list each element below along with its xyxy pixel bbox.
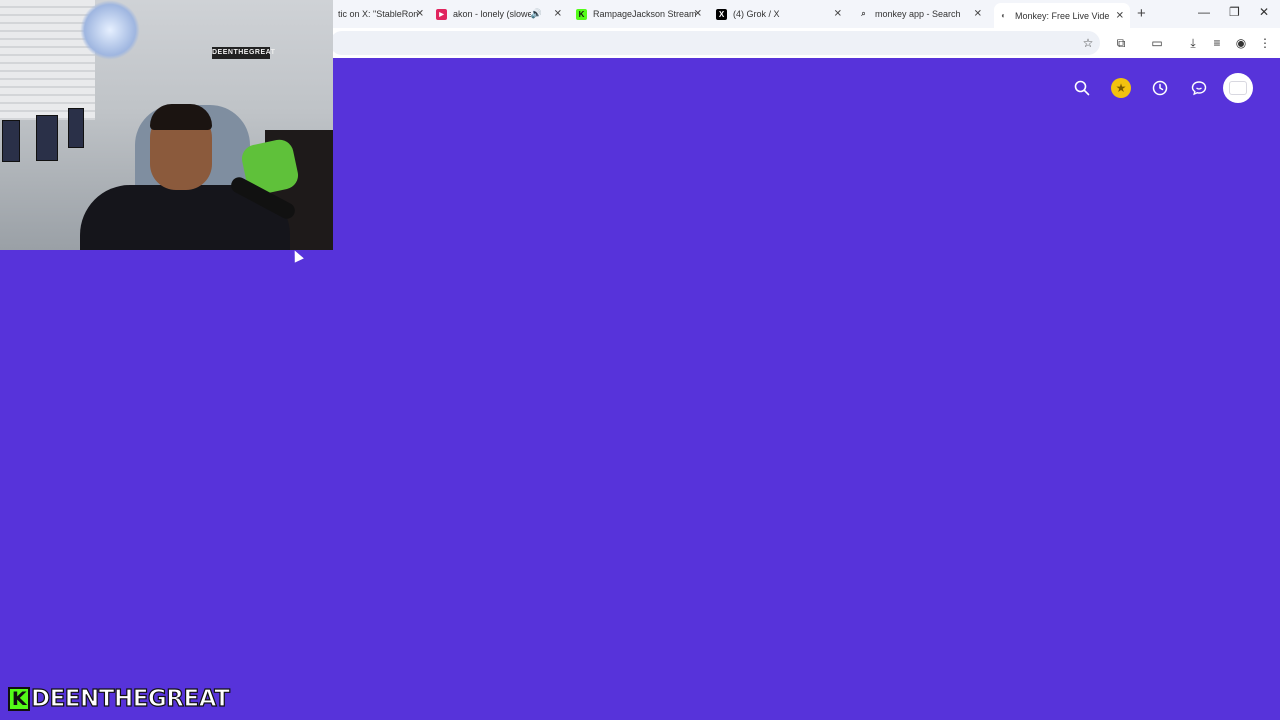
close-window-button[interactable]: ✕ xyxy=(1259,5,1269,19)
tab-title: RampageJackson Stream xyxy=(593,9,697,19)
chat-icon[interactable] xyxy=(1183,72,1215,104)
profile-icon[interactable]: ◉ xyxy=(1232,34,1250,52)
wall-sign: DEENTHEGREAT xyxy=(212,47,275,59)
tab-monkey[interactable]: ◐ Monkey: Free Live Video C ✕ xyxy=(994,3,1130,28)
person-hair xyxy=(150,104,212,130)
webcam-overlay: DEENTHEGREAT xyxy=(0,0,333,250)
bookmark-star-icon[interactable]: ☆ xyxy=(1079,34,1097,52)
tab-title: Monkey: Free Live Video C xyxy=(1015,10,1109,21)
tab-title: tic on X: "StableRon xyxy=(338,9,419,19)
light-decoration xyxy=(80,0,140,60)
wall-poster xyxy=(68,108,84,148)
search-icon[interactable] xyxy=(1066,72,1098,104)
history-icon[interactable] xyxy=(1144,72,1176,104)
youtube-icon: ▶ xyxy=(436,8,447,20)
tab-close-icon[interactable]: ✕ xyxy=(1116,10,1124,21)
tab-kick[interactable]: K RampageJackson Stream ✕ xyxy=(576,3,708,25)
mouse-cursor-icon xyxy=(290,248,304,263)
download-icon[interactable]: ⤓ xyxy=(1184,34,1202,52)
tab-youtube[interactable]: ▶ akon - lonely (slowed 🔊 ✕ xyxy=(436,3,568,25)
address-bar[interactable] xyxy=(330,31,1100,55)
tab-x-post[interactable]: tic on X: "StableRon ✕ xyxy=(338,3,430,25)
tab-close-icon[interactable]: ✕ xyxy=(554,9,562,20)
avatar-icon[interactable] xyxy=(1223,73,1253,103)
site-nav: ★ xyxy=(1066,72,1256,104)
wall-poster xyxy=(36,115,58,161)
coin-icon[interactable]: ★ xyxy=(1111,78,1131,98)
tab-grok[interactable]: X (4) Grok / X ✕ xyxy=(716,3,848,25)
x-icon: X xyxy=(716,8,727,20)
audio-icon[interactable]: 🔊 xyxy=(531,9,542,20)
monkey-icon: ◐ xyxy=(1001,11,1006,20)
tab-close-icon[interactable]: ✕ xyxy=(694,9,702,20)
watermark-name: DEENTHEGREAT xyxy=(30,685,230,712)
tab-close-icon[interactable]: ✕ xyxy=(974,9,982,20)
wall-poster xyxy=(2,120,20,162)
avatar-placeholder-icon xyxy=(1229,81,1247,95)
restore-button[interactable]: ❐ xyxy=(1229,5,1240,19)
extensions-icon[interactable]: ⧉ xyxy=(1112,34,1130,52)
tab-title: (4) Grok / X xyxy=(733,9,780,19)
tab-search[interactable]: ⌕ monkey app - Search ✕ xyxy=(858,3,988,25)
media-control-icon[interactable]: ≡ xyxy=(1208,34,1226,52)
kick-icon: K xyxy=(576,8,587,20)
search-icon: ⌕ xyxy=(861,9,866,18)
streamer-watermark: K DEENTHEGREAT xyxy=(8,685,231,713)
kick-logo-icon: K xyxy=(8,687,30,711)
tab-close-icon[interactable]: ✕ xyxy=(834,9,842,20)
tab-title: monkey app - Search xyxy=(875,9,961,19)
tab-title: akon - lonely (slowed xyxy=(453,9,531,19)
new-tab-button[interactable]: + xyxy=(1137,5,1146,22)
minimize-button[interactable]: — xyxy=(1198,5,1210,19)
tab-close-icon[interactable]: ✕ xyxy=(416,9,424,20)
more-menu-icon[interactable]: ⋮ xyxy=(1256,34,1274,52)
cast-icon[interactable]: ▭ xyxy=(1148,34,1166,52)
